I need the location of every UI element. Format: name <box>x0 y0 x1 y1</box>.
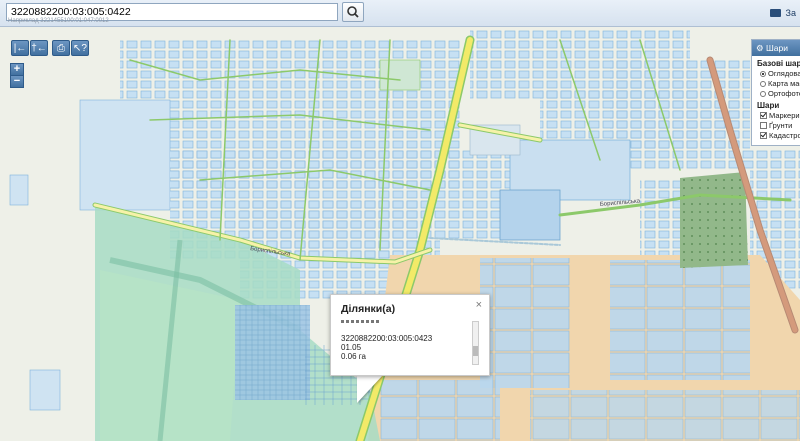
scrollbar-thumb[interactable] <box>473 346 478 356</box>
layers-panel: ⚙ Шари Базові шари Оглядова к Карта масш… <box>751 39 800 146</box>
print-button[interactable]: ⎙ <box>52 40 70 56</box>
ruler-icon: |← <box>13 43 27 54</box>
popup-title: Ділянки(а) <box>341 303 396 315</box>
base-layer-overview[interactable]: Оглядова к <box>752 68 800 78</box>
base-layer-label: Карта масш <box>768 79 800 88</box>
base-layers-title: Базові шари <box>757 59 800 68</box>
parcel-purpose-code: 01.05 <box>341 343 362 352</box>
base-layer-label: Ортофотоп <box>768 89 800 98</box>
feedback-button[interactable]: За <box>764 4 800 22</box>
overlay-layers-title: Шари <box>757 101 780 110</box>
checkbox-icon[interactable] <box>760 122 767 129</box>
search-icon <box>347 6 359 18</box>
base-layer-label: Оглядова к <box>768 69 800 78</box>
search-button[interactable] <box>342 2 364 22</box>
overlay-label: Маркери <box>769 111 800 120</box>
parcel-area: 0.06 га <box>341 352 366 361</box>
radio-icon[interactable] <box>760 70 766 77</box>
overlay-label: Кадастрова <box>769 131 800 140</box>
overlay-soils[interactable]: Ґрунти <box>752 120 800 130</box>
layers-title: Шари <box>766 43 788 53</box>
minus-icon: − <box>13 75 21 87</box>
checkbox-icon[interactable] <box>760 132 767 139</box>
layers-header[interactable]: ⚙ Шари <box>752 40 800 56</box>
base-layer-scale-map[interactable]: Карта масш <box>752 78 800 88</box>
overlay-label: Ґрунти <box>769 121 793 130</box>
measure-distance-button[interactable]: |← <box>11 40 29 56</box>
plus-icon: + <box>13 63 21 75</box>
search-hint: Наприклад 3221455100:01:047:0012 <box>8 18 109 24</box>
area-icon: †← <box>31 43 47 54</box>
identify-button[interactable]: ↖? <box>71 40 89 56</box>
parcel-popup: Ділянки(а) × 3220882200:03:005:0423 01.0… <box>330 294 490 376</box>
print-icon: ⎙ <box>57 43 65 54</box>
popup-scrollbar[interactable] <box>472 321 479 365</box>
feedback-label: За <box>785 8 796 18</box>
close-icon[interactable]: × <box>476 299 482 311</box>
parcel-cadastral-number[interactable]: 3220882200:03:005:0423 <box>341 334 432 343</box>
radio-icon[interactable] <box>760 80 766 87</box>
popup-pointer <box>357 375 383 403</box>
overlay-markers[interactable]: Маркери <box>752 110 800 120</box>
checkbox-icon[interactable] <box>760 112 767 119</box>
radio-icon[interactable] <box>760 90 766 97</box>
mail-icon <box>769 9 781 17</box>
measure-area-button[interactable]: †← <box>30 40 48 56</box>
pointer-question-icon: ↖? <box>73 43 87 54</box>
overlay-cadastral[interactable]: Кадастрова <box>752 130 800 140</box>
clipped-text <box>341 320 381 323</box>
zoom-out-button[interactable]: − <box>10 75 24 88</box>
base-layer-orthophoto[interactable]: Ортофотоп <box>752 88 800 98</box>
top-bar: Наприклад 3221455100:01:047:0012 За <box>0 0 800 27</box>
gear-icon: ⚙ <box>756 43 764 53</box>
